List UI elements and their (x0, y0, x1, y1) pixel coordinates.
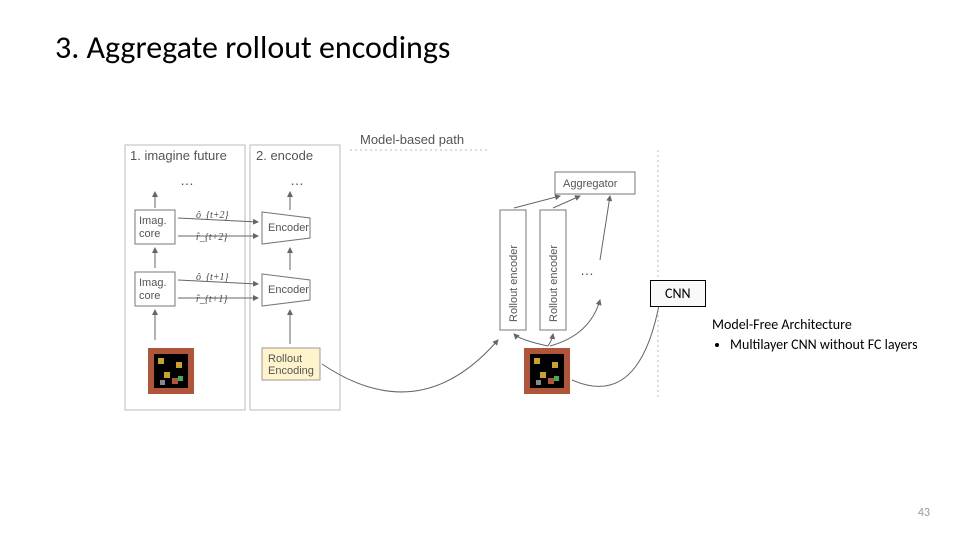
dots-icon: … (180, 172, 194, 188)
page-number: 43 (918, 506, 930, 520)
imag-core-label: Imag. (139, 215, 167, 227)
model-based-path-label: Model-based path (360, 132, 464, 147)
panel1-label: 1. imagine future (130, 148, 227, 163)
panel2-label: 2. encode (256, 148, 313, 163)
svg-text:Encoder: Encoder (268, 284, 309, 296)
game-sprite-icon (148, 348, 194, 394)
svg-text:Encoding: Encoding (268, 365, 314, 377)
rollout-encoding-label: Rollout (268, 353, 302, 365)
encoder-label: Encoder (268, 222, 309, 234)
dots-icon: … (580, 262, 594, 278)
model-free-heading: Model-Free Architecture (712, 316, 918, 334)
svg-text:Imag.: Imag. (139, 277, 167, 289)
cnn-badge: CNN (650, 280, 706, 307)
game-sprite-icon (524, 348, 570, 394)
r-t2-label: r̂_{t+2} (196, 232, 227, 243)
diagram-svg: 1. imagine future 2. encode … … Imag. co… (0, 0, 960, 540)
svg-text:Rollout encoder: Rollout encoder (548, 245, 560, 322)
svg-text:core: core (139, 228, 160, 240)
model-free-note: Model-Free Architecture Multilayer CNN w… (712, 316, 918, 354)
rollout-encoder-label: Rollout encoder (508, 245, 520, 322)
r-t1-label: r̂_{t+1} (196, 294, 227, 305)
model-free-bullet: Multilayer CNN without FC layers (730, 336, 918, 354)
aggregator-label: Aggregator (563, 178, 618, 190)
dots-icon: … (290, 172, 304, 188)
svg-text:core: core (139, 290, 160, 302)
